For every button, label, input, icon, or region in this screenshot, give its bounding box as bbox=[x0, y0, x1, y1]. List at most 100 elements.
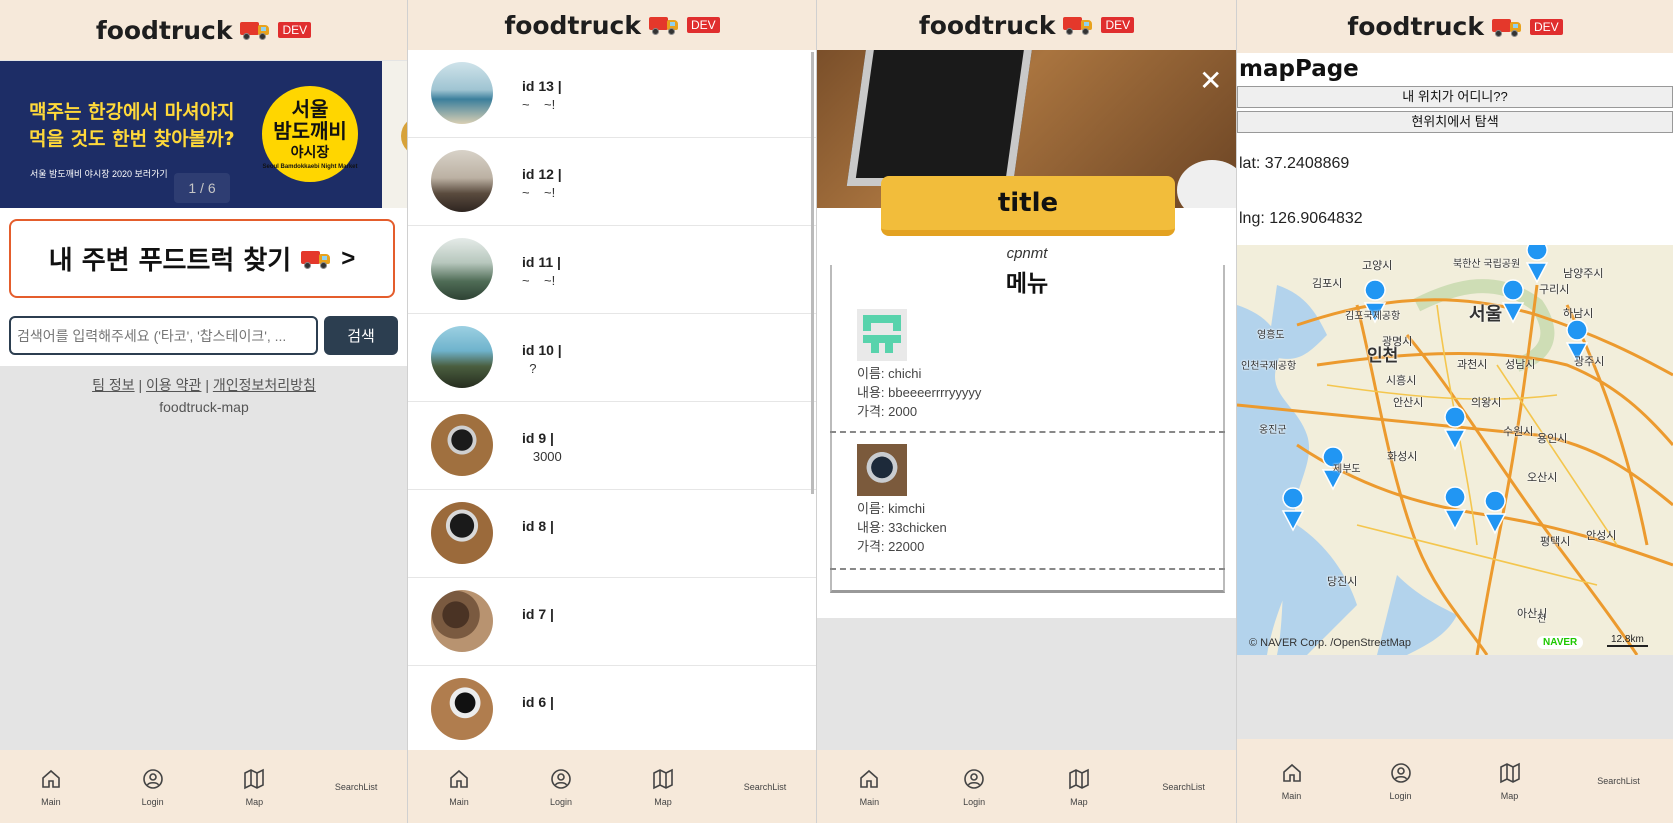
map-canvas[interactable] bbox=[1237, 245, 1673, 655]
thumbnail bbox=[431, 414, 493, 476]
map-place-label: 북한산 국립공원 bbox=[1453, 259, 1521, 270]
map-place-label: 성남시 bbox=[1505, 359, 1536, 371]
menu-item-content: 내용: bbeeeerrrryyyyy bbox=[857, 385, 982, 400]
banner-counter: 1 / 6 bbox=[174, 173, 230, 203]
banner-line1: 맥주는 한강에서 마셔야지 bbox=[29, 101, 235, 123]
user-circle-icon bbox=[964, 768, 984, 789]
map-place-label: 광명시 bbox=[1382, 336, 1413, 348]
home-icon bbox=[860, 769, 879, 788]
list-item[interactable]: id 12 | ~ ~! bbox=[408, 138, 816, 226]
app-header: foodtruck DEV bbox=[408, 0, 816, 50]
naver-map[interactable]: 서울 인천 김포시 고양시 남양주시 구리시 하남시 광명시 시흥시 과천시 성남시 광주시 안산시 의왕… bbox=[1237, 245, 1673, 655]
truck-detail-screen: foodtruck DEV ✕ title cpnmt 메뉴 이름: chich… bbox=[817, 0, 1237, 823]
locate-me-button[interactable]: 내 위치가 어디니?? bbox=[1237, 86, 1673, 108]
thumbnail bbox=[431, 62, 493, 124]
nav-main[interactable]: Main bbox=[829, 767, 909, 807]
app-header: foodtruck DEV bbox=[0, 0, 407, 60]
team-info-link[interactable]: 팀 정보 bbox=[92, 377, 135, 393]
truck-comment: cpnmt bbox=[1006, 245, 1048, 262]
promo-banner[interactable]: 맥주는 한강에서 마셔야지 먹을 것도 한번 찾아볼까? 서울 밤도깨비 야시장… bbox=[0, 61, 382, 208]
list-item[interactable]: id 10 | ? bbox=[408, 314, 816, 402]
list-item[interactable]: id 13 | ~ ~! bbox=[408, 50, 816, 138]
next-banner-peek[interactable] bbox=[382, 61, 407, 208]
map-screen: foodtruck DEV mapPage 내 위치가 어디니?? 현위치에서 … bbox=[1237, 0, 1673, 823]
nav-login[interactable]: Login bbox=[1361, 761, 1441, 801]
brand-title[interactable]: foodtruck bbox=[919, 11, 1056, 40]
menu-item[interactable]: 이름: chichi 내용: bbeeeerrrryyyyy 가격: 2000 bbox=[857, 309, 981, 421]
terms-link[interactable]: 이용 약관 bbox=[146, 377, 201, 393]
latitude-readout: lat: 37.2408869 bbox=[1239, 155, 1350, 172]
nav-map[interactable]: Map bbox=[214, 767, 294, 807]
nav-search-list[interactable]: SearchList bbox=[1579, 776, 1659, 786]
menu-item-price: 가격: 2000 bbox=[857, 404, 918, 419]
divider bbox=[830, 568, 1225, 570]
map-scale: 12.8km bbox=[1607, 634, 1648, 647]
find-nearby-button[interactable]: 내 주변 푸드트럭 찾기 > bbox=[9, 219, 395, 298]
nav-map[interactable]: Map bbox=[1470, 761, 1550, 801]
home-icon bbox=[1282, 763, 1301, 782]
map-place-label: 남양주시 bbox=[1563, 268, 1604, 280]
chevron-right-icon: > bbox=[341, 244, 356, 272]
truck-icon bbox=[1063, 14, 1093, 36]
truck-title: title bbox=[881, 176, 1175, 236]
map-place-label: 화성시 bbox=[1387, 451, 1418, 463]
menu-item-price: 가격: 22000 bbox=[857, 539, 925, 554]
thumbnail bbox=[431, 502, 493, 564]
nav-main[interactable]: Main bbox=[419, 767, 499, 807]
bottom-nav: Main Login Map SearchList bbox=[817, 750, 1236, 823]
page-title: mapPage bbox=[1239, 56, 1359, 82]
search-here-button[interactable]: 현위치에서 탐색 bbox=[1237, 111, 1673, 133]
brand-title[interactable]: foodtruck bbox=[504, 11, 641, 40]
nav-login[interactable]: Login bbox=[521, 767, 601, 807]
nav-search-list[interactable]: SearchList bbox=[1144, 782, 1224, 792]
nav-login[interactable]: Login bbox=[934, 767, 1014, 807]
list-item[interactable]: id 7 | bbox=[408, 578, 816, 666]
map-place-label: 시흥시 bbox=[1386, 375, 1417, 387]
truck-icon bbox=[1491, 16, 1522, 38]
nav-main[interactable]: Main bbox=[1252, 761, 1332, 801]
bottom-nav: Main Login Map SearchList bbox=[0, 750, 407, 823]
search-list-screen: foodtruck DEV id 13 | ~ ~! id 12 | ~ ~! … bbox=[408, 0, 817, 823]
scrollbar[interactable] bbox=[811, 52, 814, 494]
truck-icon bbox=[240, 19, 270, 41]
nav-search-list[interactable]: SearchList bbox=[725, 782, 805, 792]
map-place-label: 평택시 bbox=[1540, 536, 1571, 548]
home-icon bbox=[450, 769, 468, 788]
privacy-link[interactable]: 개인정보처리방침 bbox=[213, 377, 316, 393]
nav-map[interactable]: Map bbox=[1039, 767, 1119, 807]
close-icon[interactable]: ✕ bbox=[1199, 64, 1222, 97]
list-item[interactable]: id 11 | ~ ~! bbox=[408, 226, 816, 314]
menu-item-image bbox=[857, 444, 907, 496]
brand-title[interactable]: foodtruck bbox=[1347, 12, 1484, 41]
truck-icon bbox=[301, 248, 331, 270]
app-header: foodtruck DEV bbox=[817, 0, 1236, 50]
list-item[interactable]: id 8 | bbox=[408, 490, 816, 578]
truck-list: id 13 | ~ ~! id 12 | ~ ~! id 11 | ~ ~! i… bbox=[408, 50, 816, 754]
map-place-label: 안성시 bbox=[1586, 530, 1617, 542]
map-place-label: 김포시 bbox=[1312, 278, 1343, 290]
map-place-label: 인천국제공항 bbox=[1241, 361, 1297, 372]
longitude-readout: lng: 126.9064832 bbox=[1239, 210, 1363, 227]
truck-icon bbox=[648, 14, 679, 36]
map-icon bbox=[653, 768, 673, 789]
thumbnail bbox=[431, 326, 493, 388]
search-input[interactable] bbox=[9, 316, 318, 355]
nav-search-list[interactable]: SearchList bbox=[316, 782, 396, 792]
list-item[interactable]: id 9 | 3000 bbox=[408, 402, 816, 490]
thumbnail bbox=[431, 678, 493, 740]
map-place-label: 영흥도 bbox=[1257, 330, 1285, 341]
nav-main[interactable]: Main bbox=[11, 767, 91, 807]
map-place-label: 천 bbox=[1537, 614, 1547, 625]
nav-login[interactable]: Login bbox=[113, 767, 193, 807]
menu-item[interactable]: 이름: kimchi 내용: 33chicken 가격: 22000 bbox=[857, 444, 947, 556]
bottom-nav: Main Login Map SearchList bbox=[408, 750, 816, 823]
list-item[interactable]: id 6 | bbox=[408, 666, 816, 754]
menu-item-content: 내용: 33chicken bbox=[857, 520, 947, 535]
map-place-label: 용인시 bbox=[1537, 433, 1568, 445]
search-button[interactable]: 검색 bbox=[324, 316, 398, 355]
naver-logo: NAVER bbox=[1537, 636, 1584, 649]
map-place-label: 당진시 bbox=[1327, 576, 1358, 588]
brand-title[interactable]: foodtruck bbox=[96, 16, 233, 45]
nav-map[interactable]: Map bbox=[623, 767, 703, 807]
map-place-label: 안산시 bbox=[1393, 397, 1424, 409]
